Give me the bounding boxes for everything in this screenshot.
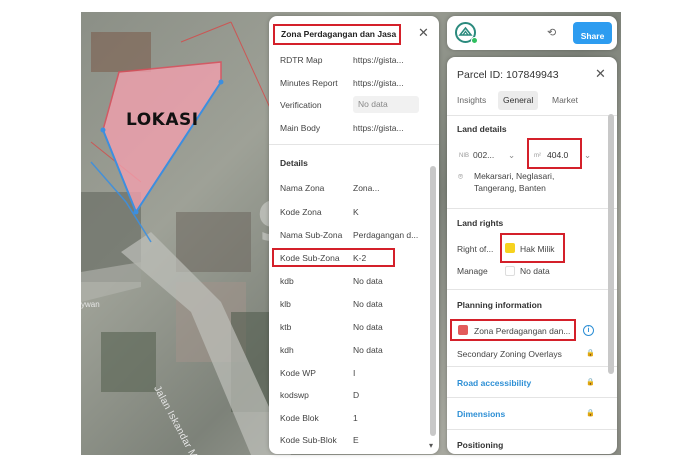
land-details-heading: Land details bbox=[457, 124, 507, 134]
row-value: E bbox=[353, 435, 359, 445]
row-value: No data bbox=[353, 345, 383, 355]
tab-insights[interactable]: Insights bbox=[452, 91, 491, 110]
area-unit: m² bbox=[534, 153, 541, 159]
scrollbar[interactable] bbox=[608, 114, 614, 374]
row-label: kdb bbox=[280, 276, 294, 286]
row-label: Nama Sub-Zona bbox=[280, 230, 343, 240]
row-label: kodswp bbox=[280, 390, 309, 400]
row-value: Zona... bbox=[353, 183, 380, 193]
nib-value: 002... bbox=[473, 150, 495, 160]
share-button[interactable]: Share bbox=[573, 22, 612, 44]
positioning-heading: Positioning bbox=[457, 440, 504, 450]
row-label: Minutes Report bbox=[280, 78, 338, 88]
manage-swatch bbox=[505, 266, 515, 276]
details-heading: Details bbox=[280, 158, 308, 168]
row-label: ktb bbox=[280, 322, 292, 332]
address-line1: Mekarsari, Neglasari, bbox=[474, 171, 555, 181]
row-label: Verification bbox=[280, 100, 322, 110]
row-value: I bbox=[353, 368, 356, 378]
hak-milik-swatch bbox=[505, 243, 515, 253]
row-label: Main Body bbox=[280, 123, 321, 133]
location-pin-icon: ⌾ bbox=[458, 171, 464, 181]
row-label: Kode Sub-Zona bbox=[280, 253, 340, 263]
lock-icon: 🔒 bbox=[586, 410, 595, 417]
row-label: Kode Sub-Blok bbox=[280, 435, 337, 445]
zoning-panel: Zona Perdagangan dan Jasa ✕ RDTR Map htt… bbox=[269, 16, 439, 454]
row-value: 1 bbox=[353, 413, 358, 423]
parcel-panel: Parcel ID: 107849943 ✕ Insights General … bbox=[447, 57, 617, 454]
divider bbox=[447, 366, 617, 367]
divider bbox=[447, 115, 617, 116]
tab-general[interactable]: General bbox=[498, 91, 539, 110]
row-label: Kode Zona bbox=[280, 207, 322, 217]
zoning-swatch bbox=[458, 325, 468, 335]
nib-prefix: NIB bbox=[459, 153, 470, 159]
info-icon[interactable]: i bbox=[583, 325, 594, 336]
row-value: No data bbox=[353, 276, 383, 286]
main-body-link[interactable]: https://gista... bbox=[353, 123, 423, 133]
address-line2: Tangerang, Banten bbox=[474, 183, 546, 193]
road-label-left: ywan bbox=[81, 300, 100, 309]
divider bbox=[447, 289, 617, 290]
dimensions-link[interactable]: Dimensions bbox=[457, 409, 505, 419]
chevron-down-icon[interactable]: ▾ bbox=[429, 441, 433, 450]
divider bbox=[447, 208, 617, 209]
secondary-overlays[interactable]: Secondary Zoning Overlays bbox=[457, 349, 562, 359]
close-icon[interactable]: ✕ bbox=[418, 25, 429, 41]
divider bbox=[447, 397, 617, 398]
manage-label: Manage bbox=[457, 266, 488, 276]
screenshot-canvas: LOKASI Jalan Iskandar Muda ywan 99co Zon… bbox=[0, 0, 700, 467]
right-of-label: Right of... bbox=[457, 244, 494, 254]
rdtr-map-link[interactable]: https://gista... bbox=[353, 55, 423, 65]
zoning-value[interactable]: Zona Perdagangan dan... bbox=[474, 326, 570, 336]
divider bbox=[447, 429, 617, 430]
top-bar: ⟲ Share bbox=[447, 16, 617, 50]
area-value: 404.0 bbox=[547, 150, 569, 160]
parcel-highlight bbox=[102, 61, 222, 214]
chevron-down-icon[interactable]: ⌄ bbox=[508, 150, 515, 161]
divider bbox=[269, 144, 439, 145]
road-accessibility-link[interactable]: Road accessibility bbox=[457, 378, 531, 388]
location-label: LOKASI bbox=[126, 110, 199, 130]
status-dot-icon bbox=[471, 37, 478, 44]
map-building bbox=[101, 332, 156, 392]
tab-market[interactable]: Market bbox=[547, 91, 583, 110]
row-label: kdh bbox=[280, 345, 294, 355]
ruler-icon[interactable]: ⟲ bbox=[547, 26, 556, 39]
manage-value: No data bbox=[520, 266, 550, 276]
row-value: No data bbox=[353, 299, 383, 309]
chevron-down-icon[interactable]: ⌄ bbox=[584, 150, 591, 161]
row-label: Nama Zona bbox=[280, 183, 325, 193]
right-of-value: Hak Milik bbox=[520, 244, 555, 254]
zoning-panel-title: Zona Perdagangan dan Jasa bbox=[273, 24, 401, 45]
row-value: No data bbox=[353, 322, 383, 332]
row-label: Kode WP bbox=[280, 368, 316, 378]
lock-icon: 🔒 bbox=[586, 379, 595, 386]
row-value: Perdagangan d... bbox=[353, 230, 419, 240]
row-value: K bbox=[353, 207, 359, 217]
parcel-title: Parcel ID: 107849943 bbox=[457, 69, 559, 81]
row-label: RDTR Map bbox=[280, 55, 323, 65]
minutes-report-link[interactable]: https://gista... bbox=[353, 78, 423, 88]
close-icon[interactable]: ✕ bbox=[595, 66, 606, 82]
row-value: D bbox=[353, 390, 360, 400]
scrollbar[interactable] bbox=[430, 166, 436, 436]
planning-heading: Planning information bbox=[457, 300, 542, 310]
row-value: K-2 bbox=[353, 253, 367, 263]
row-label: klb bbox=[280, 299, 291, 309]
map-building bbox=[176, 212, 251, 272]
map-building bbox=[91, 32, 151, 72]
row-label: Kode Blok bbox=[280, 413, 319, 423]
lock-icon: 🔒 bbox=[586, 350, 595, 357]
land-rights-heading: Land rights bbox=[457, 218, 504, 228]
verification-value: No data bbox=[353, 96, 419, 113]
